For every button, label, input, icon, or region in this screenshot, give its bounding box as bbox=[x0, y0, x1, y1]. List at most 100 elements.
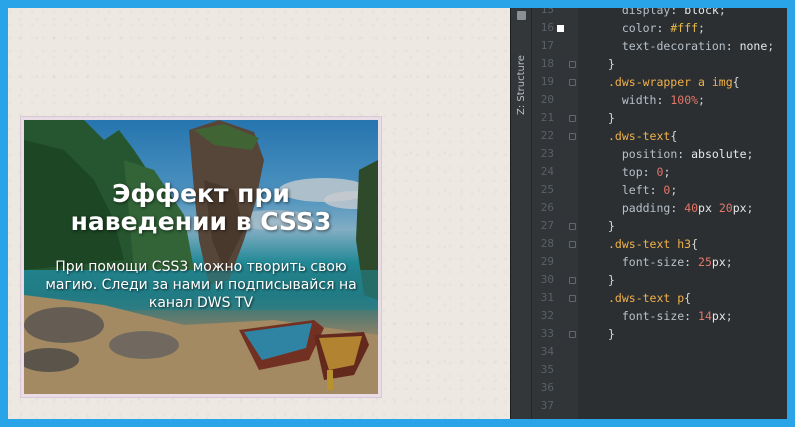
code-token: ; bbox=[746, 201, 754, 215]
line-number: 30 bbox=[540, 273, 554, 286]
fold-marker-icon[interactable] bbox=[569, 331, 576, 338]
code-line[interactable]: } bbox=[608, 109, 787, 127]
code-line[interactable]: .dws-text p{ bbox=[608, 289, 787, 307]
line-number: 32 bbox=[540, 309, 554, 322]
code-token: { bbox=[684, 291, 692, 305]
code-line[interactable]: .dws-text{ bbox=[608, 127, 787, 145]
line-number: 21 bbox=[540, 111, 554, 124]
color-swatch-icon bbox=[557, 25, 564, 32]
code-line[interactable]: top: 0; bbox=[608, 163, 787, 181]
code-line[interactable]: .dws-wrapper a img{ bbox=[608, 73, 787, 91]
fold-marker-icon[interactable] bbox=[569, 133, 576, 140]
code-token: : bbox=[684, 309, 699, 323]
line-number: 27 bbox=[540, 219, 554, 232]
code-line[interactable]: } bbox=[608, 325, 787, 343]
code-line[interactable]: color: #fff; bbox=[608, 19, 787, 37]
line-number: 24 bbox=[540, 165, 554, 178]
code-line[interactable] bbox=[608, 343, 787, 361]
code-line[interactable]: display: block; bbox=[608, 8, 787, 19]
line-number: 16 bbox=[540, 21, 554, 34]
code-editor[interactable]: Z: Structure 15 display: block; 16 color:… bbox=[510, 8, 787, 419]
code-line[interactable]: position: absolute; bbox=[608, 145, 787, 163]
code-token: { bbox=[691, 237, 699, 251]
line-number: 33 bbox=[540, 327, 554, 340]
code-token: ; bbox=[670, 183, 678, 197]
code-token: top bbox=[621, 165, 643, 179]
code-line[interactable] bbox=[608, 379, 787, 397]
line-number: 34 bbox=[540, 345, 554, 358]
code-token: .dws-wrapper a img bbox=[608, 75, 733, 89]
code-token: } bbox=[608, 273, 615, 287]
code-line[interactable]: font-size: 14px; bbox=[608, 307, 787, 325]
code-token: padding bbox=[621, 201, 671, 215]
fold-marker-icon[interactable] bbox=[569, 223, 576, 230]
fold-marker-icon[interactable] bbox=[569, 61, 576, 68]
line-number: 19 bbox=[540, 75, 554, 88]
fold-marker-icon[interactable] bbox=[569, 277, 576, 284]
code-token: ; bbox=[698, 21, 705, 35]
code-line[interactable]: width: 100%; bbox=[608, 91, 787, 109]
code-token: } bbox=[608, 57, 615, 71]
line-number: 22 bbox=[540, 129, 554, 142]
code-line[interactable]: left: 0; bbox=[608, 181, 787, 199]
line-number: 31 bbox=[540, 291, 554, 304]
structure-tab[interactable]: Z: Structure bbox=[514, 42, 529, 128]
code-token: } bbox=[608, 219, 615, 233]
dws-text-block: Эффект при наведении в CSS3 При помощи C… bbox=[24, 180, 378, 312]
code-token: position bbox=[621, 147, 678, 161]
preview-heading: Эффект при наведении в CSS3 bbox=[70, 179, 332, 236]
line-number: 15 bbox=[540, 8, 554, 16]
line-number: 36 bbox=[540, 381, 554, 394]
code-token: : bbox=[677, 147, 692, 161]
code-line[interactable]: padding: 40px 20px; bbox=[608, 199, 787, 217]
code-token: 25 bbox=[698, 255, 712, 269]
code-line[interactable] bbox=[608, 361, 787, 379]
code-token: { bbox=[670, 129, 678, 143]
code-line[interactable]: font-size: 25px; bbox=[608, 253, 787, 271]
code-line[interactable] bbox=[608, 397, 787, 415]
code-token: ; bbox=[725, 309, 733, 323]
code-token: color bbox=[621, 21, 657, 35]
line-number: 23 bbox=[540, 147, 554, 160]
line-number: 20 bbox=[540, 93, 554, 106]
fold-marker-icon[interactable] bbox=[569, 241, 576, 248]
code-line[interactable]: text-decoration: none; bbox=[608, 37, 787, 55]
code-token: ; bbox=[746, 147, 754, 161]
line-number: 18 bbox=[540, 57, 554, 70]
fold-marker-icon[interactable] bbox=[569, 295, 576, 302]
code-token: left bbox=[621, 183, 650, 197]
code-token: display bbox=[621, 8, 671, 17]
code-line[interactable]: } bbox=[608, 271, 787, 289]
line-number: 26 bbox=[540, 201, 554, 214]
line-number: 37 bbox=[540, 399, 554, 412]
code-line[interactable]: .dws-text h3{ bbox=[608, 235, 787, 253]
code-line[interactable]: } bbox=[608, 55, 787, 73]
code-token: : bbox=[684, 255, 699, 269]
code-token: px bbox=[732, 201, 747, 215]
code-token: : bbox=[725, 39, 740, 53]
tool-window-icon[interactable] bbox=[517, 11, 526, 20]
fold-marker-icon[interactable] bbox=[569, 115, 576, 122]
line-number: 17 bbox=[540, 39, 554, 52]
code-token: : bbox=[670, 201, 685, 215]
code-line[interactable]: } bbox=[608, 217, 787, 235]
code-token: .dws-text bbox=[608, 129, 671, 143]
code-token: ; bbox=[767, 39, 775, 53]
line-number: 29 bbox=[540, 255, 554, 268]
code-token: font-size bbox=[621, 255, 685, 269]
hover-image[interactable]: Эффект при наведении в CSS3 При помощи C… bbox=[24, 120, 378, 394]
code-token: : bbox=[642, 165, 657, 179]
fold-marker-icon[interactable] bbox=[569, 79, 576, 86]
line-number: 25 bbox=[540, 183, 554, 196]
code-token: 100% bbox=[670, 93, 699, 107]
dws-wrapper-card[interactable]: Эффект при наведении в CSS3 При помощи C… bbox=[20, 116, 382, 398]
code-token: : bbox=[656, 93, 671, 107]
